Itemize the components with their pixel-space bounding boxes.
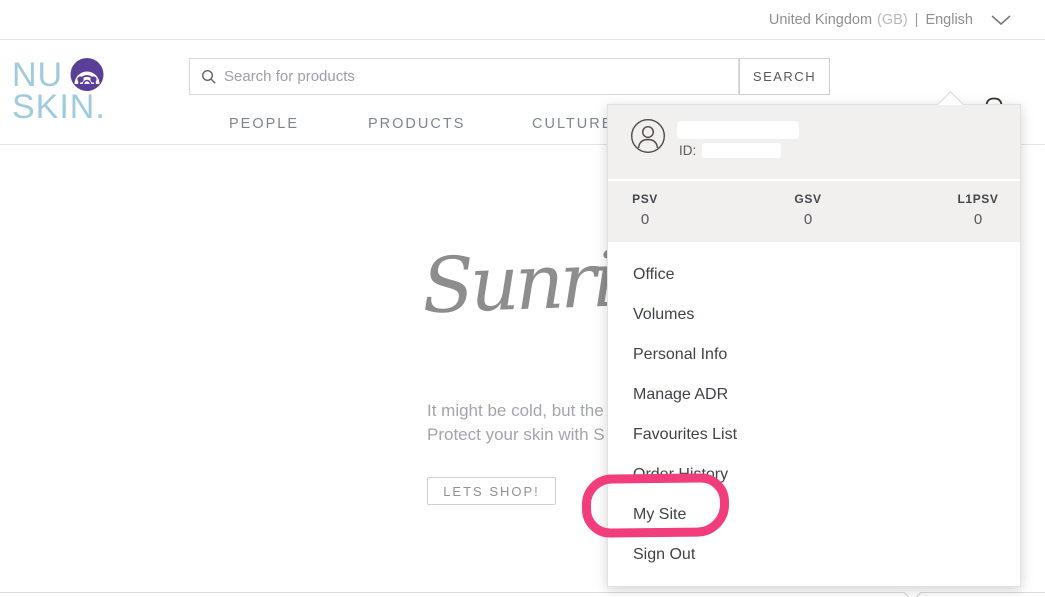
- stat-l1psv: L1PSV 0: [957, 192, 998, 228]
- hero-text-line1: It might be cold, but the: [427, 401, 604, 421]
- stat-psv-value: 0: [632, 211, 658, 228]
- nuskin-logo[interactable]: NU SKIN.: [12, 58, 108, 129]
- locale-country-code: (GB): [877, 12, 908, 28]
- hero-text-line2: Protect your skin with S: [427, 425, 605, 445]
- redacted-user-id: [702, 143, 781, 158]
- volume-stats: PSV 0 GSV 0 L1PSV 0: [608, 181, 1020, 242]
- menu-item-sign-out[interactable]: Sign Out: [608, 535, 1020, 575]
- svg-text:SKIN.: SKIN.: [12, 88, 106, 124]
- stat-psv: PSV 0: [632, 192, 658, 228]
- menu-item-favourites-list[interactable]: Favourites List: [608, 415, 1020, 455]
- locale-bar: United Kingdom (GB) | English: [0, 0, 1045, 40]
- locale-selector[interactable]: United Kingdom (GB) | English: [769, 0, 1012, 40]
- menu-item-order-history[interactable]: Order History: [608, 455, 1020, 495]
- menu-item-office[interactable]: Office: [608, 255, 1020, 295]
- locale-separator: |: [915, 12, 919, 28]
- section-divider: [0, 592, 1045, 593]
- screen: United Kingdom (GB) | English NU SKIN.: [0, 0, 1045, 597]
- nav-item-people[interactable]: PEOPLE: [229, 116, 299, 132]
- redacted-user-name: [677, 121, 799, 139]
- menu-item-personal-info[interactable]: Personal Info: [608, 335, 1020, 375]
- menu-item-volumes[interactable]: Volumes: [608, 295, 1020, 335]
- search-input[interactable]: [190, 59, 738, 94]
- account-menu-list: Office Volumes Personal Info Manage ADR …: [608, 242, 1020, 586]
- chevron-down-icon: [990, 14, 1012, 26]
- search-box: [189, 58, 739, 95]
- menu-item-manage-adr[interactable]: Manage ADR: [608, 375, 1020, 415]
- stat-gsv-label: GSV: [794, 192, 821, 206]
- stat-gsv-value: 0: [794, 211, 821, 228]
- account-dropdown: ID: PSV 0 GSV 0 L1PSV 0 Office Volumes P…: [607, 104, 1021, 587]
- stat-l1psv-label: L1PSV: [957, 192, 998, 206]
- menu-item-my-site[interactable]: My Site: [608, 495, 1020, 535]
- search-button[interactable]: SEARCH: [739, 58, 830, 95]
- account-header: ID:: [608, 105, 1020, 179]
- stat-psv-label: PSV: [632, 192, 658, 206]
- nav-item-culture[interactable]: CULTURE: [532, 116, 613, 132]
- person-circle-icon: [630, 118, 666, 154]
- nuskin-logo-icon: NU SKIN.: [12, 58, 108, 124]
- avatar: [630, 118, 666, 159]
- user-id-label: ID:: [679, 143, 696, 158]
- stat-l1psv-value: 0: [957, 211, 998, 228]
- search-icon: [201, 69, 217, 85]
- locale-country: United Kingdom: [769, 12, 872, 28]
- locale-language: English: [925, 12, 973, 28]
- lets-shop-button[interactable]: LETS SHOP!: [427, 477, 556, 505]
- nav-item-products[interactable]: PRODUCTS: [368, 116, 465, 132]
- stat-gsv: GSV 0: [794, 192, 821, 228]
